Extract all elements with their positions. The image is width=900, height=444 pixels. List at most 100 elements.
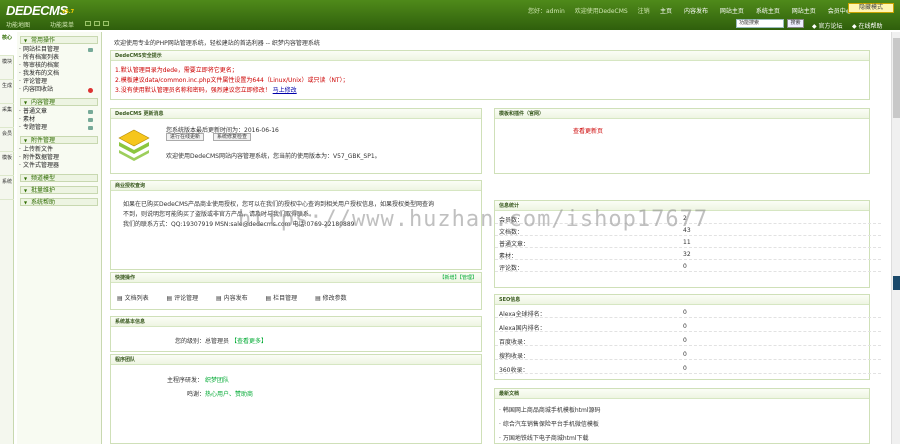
menu-item-upload[interactable]: 上传新文件 <box>17 146 101 154</box>
vertical-scrollbar[interactable] <box>891 32 900 444</box>
tab-collect[interactable]: 采集 <box>0 104 14 128</box>
latest-item-text: 韩国网上商品商城手机模板html源码 <box>502 407 601 414</box>
latest-panel: 最新文档 · 韩国网上商品商城手机模板html源码 · 综合汽车销售保险平台手机… <box>494 388 870 444</box>
stat-value: 32 <box>683 251 691 258</box>
seo-value: 0 <box>683 323 687 330</box>
side-float-tab[interactable] <box>893 276 900 290</box>
menu-item-topics[interactable]: 专题管理 <box>17 124 101 132</box>
welcome-link[interactable]: 欢迎使用DedeCMS <box>575 8 628 15</box>
team-value-2[interactable]: 热心用户、赞助商 <box>205 389 253 398</box>
tab-module[interactable]: 模块 <box>0 56 14 80</box>
fix-now-link[interactable]: 马上修改 <box>273 87 297 94</box>
mode-button[interactable]: 隐藏模式 <box>848 3 894 13</box>
grid-icon[interactable] <box>88 110 93 114</box>
dedecms-logo[interactable]: DEDECMS <box>6 3 68 18</box>
search-input[interactable]: 功能搜索 <box>736 19 784 28</box>
recycle-icon[interactable] <box>88 88 93 93</box>
panel-title: 系统基本信息 <box>111 317 481 327</box>
panel-title: 程序团队 <box>111 355 481 365</box>
logout-link[interactable]: 注销 <box>638 8 650 15</box>
help-link-label: 在线帮助 <box>858 23 883 30</box>
menu-item-attach-data[interactable]: 附件数据管理 <box>17 154 101 162</box>
menu-item-my-docs[interactable]: 我发布的文档 <box>17 70 101 78</box>
seo-label: 百度收录： <box>499 339 530 346</box>
search-button[interactable]: 搜索 <box>787 19 804 28</box>
grid-icon[interactable] <box>88 118 93 122</box>
stat-value: 11 <box>683 239 691 246</box>
menu-group-title[interactable]: 常用操作 <box>20 36 98 44</box>
grid-icon[interactable] <box>88 48 93 52</box>
publish-link[interactable]: ▤ 内容发布 <box>216 295 256 302</box>
tab-generate[interactable]: 生成 <box>0 80 14 104</box>
menu-item-label: 评论管理 <box>23 78 48 85</box>
menu-group-title[interactable]: 内容管理 <box>20 98 98 106</box>
nav-publish[interactable]: 内容发布 <box>684 8 708 15</box>
seo-row: Alexa全球排名： 0 <box>495 307 881 318</box>
forum-link[interactable]: ◆ 官方论坛 <box>812 21 843 30</box>
menu-group-title[interactable]: 系统帮助 <box>20 198 98 206</box>
latest-item[interactable]: · 万国地铁线下电子商城html下载 <box>499 433 589 442</box>
layout-icon-2[interactable] <box>94 21 100 26</box>
menu-item-label: 等审核的档案 <box>23 62 60 69</box>
menu-item-label: 专题管理 <box>23 124 48 131</box>
function-menu-link[interactable]: 功能菜单 <box>50 20 74 29</box>
team-panel: 程序团队 主程序研发： 织梦团队 鸣谢： 热心用户、赞助商 <box>110 354 482 444</box>
function-map-link[interactable]: 功能地图 <box>6 20 30 29</box>
latest-item[interactable]: · 综合汽车销售保险平台手机微信模板 <box>499 419 599 428</box>
menu-item-categories[interactable]: 网站栏目管理 <box>17 46 101 54</box>
comment-manage-link[interactable]: ▤ 评论管理 <box>167 295 207 302</box>
view-more-link[interactable]: 【查看更多】 <box>231 338 267 345</box>
category-tabs: 核心 模块 生成 采集 会员 模板 系统 <box>0 32 14 444</box>
sysinfo-panel: 系统基本信息 您的级别： 总管理员 【查看更多】 <box>110 316 482 352</box>
edit-params-link[interactable]: ▤ 修改参数 <box>315 295 355 302</box>
help-link[interactable]: ◆ 在线帮助 <box>852 21 883 30</box>
quick-manage-links[interactable]: 【新增】【管理】 <box>439 274 477 281</box>
security-line-1: 1.默认管理目录为dede，需要立即将它更名； <box>115 67 238 74</box>
doc-list-link-label: 文档列表 <box>124 295 149 302</box>
menu-item-materials[interactable]: 素材 <box>17 116 101 124</box>
tab-system[interactable]: 系统 <box>0 176 14 200</box>
stat-label: 评论数： <box>499 265 524 272</box>
official-update-link[interactable]: 查看更新页 <box>573 126 603 135</box>
menu-group-channel: 频道模型 <box>17 174 101 182</box>
nav-site-home[interactable]: 网站主页 <box>720 8 744 15</box>
security-line-2: 2.模板建议data/common.inc.php文件属性设置为644（Linu… <box>115 77 349 84</box>
latest-item[interactable]: · 韩国网上商品商城手机模板html源码 <box>499 405 601 414</box>
level-value-text: 总管理员 <box>205 338 230 345</box>
layout-icon-3[interactable] <box>103 21 109 26</box>
tab-template[interactable]: 模板 <box>0 152 14 176</box>
menu-item-recycle[interactable]: 内容回收站 <box>17 86 101 94</box>
doc-list-link[interactable]: ▤ 文档列表 <box>117 295 157 302</box>
menu-item-pending[interactable]: 等审核的档案 <box>17 62 101 70</box>
breadcrumb: 欢迎使用专业的PHP网站管理系统，轻松建站的首选利器 -- 织梦内容管理系统 <box>114 40 320 47</box>
panel-title: 商业授权查询 <box>111 181 481 191</box>
quick-panel: 快捷操作 【新增】【管理】 ▤ 文档列表 ▤ 评论管理 ▤ 内容发布 ▤ 栏目管… <box>110 272 482 310</box>
menu-item-articles[interactable]: 普通文章 <box>17 108 101 116</box>
category-manage-link[interactable]: ▤ 栏目管理 <box>266 295 306 302</box>
seo-row: Alexa国内排名： 0 <box>495 321 881 332</box>
repair-check-button[interactable]: 系统修复检查 <box>213 133 252 141</box>
stat-row: 素材： 32 <box>495 249 881 260</box>
nav-site-home-2[interactable]: 网站主页 <box>792 8 816 15</box>
seo-label: 360收录： <box>499 367 529 374</box>
menu-group-title[interactable]: 批量维护 <box>20 186 98 194</box>
stat-label: 普通文章： <box>499 241 530 248</box>
grid-icon[interactable] <box>88 126 93 130</box>
nav-system-home[interactable]: 系统主页 <box>756 8 780 15</box>
tab-member[interactable]: 会员 <box>0 128 14 152</box>
menu-group-title[interactable]: 频道模型 <box>20 174 98 182</box>
latest-item-text: 万国地铁线下电子商城html下载 <box>502 435 589 442</box>
team-value-1[interactable]: 织梦团队 <box>205 375 229 384</box>
panel-title: SEO信息 <box>495 295 869 305</box>
seo-row: 百度收录： 0 <box>495 335 881 346</box>
tab-core[interactable]: 核心 <box>0 32 14 56</box>
menu-item-label: 素材 <box>23 116 36 123</box>
online-update-button[interactable]: 进行在线更新 <box>166 133 205 141</box>
nav-home[interactable]: 主页 <box>660 8 672 15</box>
menu-group-title[interactable]: 附件管理 <box>20 136 98 144</box>
menu-item-all-archives[interactable]: 所有档案列表 <box>17 54 101 62</box>
menu-item-file-manager[interactable]: 文件式管理器 <box>17 162 101 170</box>
scrollbar-thumb[interactable] <box>893 38 900 118</box>
menu-item-comments[interactable]: 评论管理 <box>17 78 101 86</box>
layout-icon-1[interactable] <box>85 21 91 26</box>
